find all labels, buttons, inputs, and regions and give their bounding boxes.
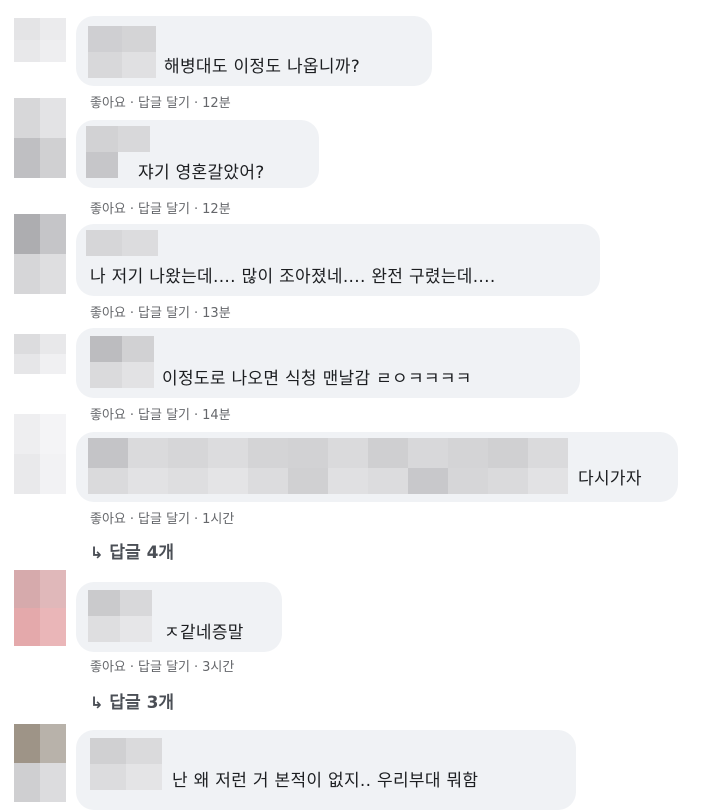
reply-link[interactable]: 답글 달기 <box>138 96 190 111</box>
view-replies-link[interactable]: ↳ 답글 3개 <box>90 688 174 713</box>
reply-link[interactable]: 답글 달기 <box>138 306 190 321</box>
avatar[interactable] <box>14 724 66 802</box>
comment-actions: 좋아요 · 답글 달기 · 3시간 <box>90 660 235 675</box>
comment-bubble: ㅈ같네증말 <box>76 582 282 652</box>
reply-link[interactable]: 답글 달기 <box>138 512 190 527</box>
timestamp[interactable]: 13분 <box>202 306 231 321</box>
like-link[interactable]: 좋아요 <box>90 306 126 321</box>
like-link[interactable]: 좋아요 <box>90 96 126 111</box>
author-name[interactable] <box>88 438 568 494</box>
comment-bubble: 난 왜 저런 거 본적이 없지.. 우리부대 뭐함 <box>76 730 576 810</box>
timestamp[interactable]: 14분 <box>202 408 231 423</box>
comment-bubble: 쟈기 영혼갈았어? <box>76 120 319 188</box>
reply-link[interactable]: 답글 달기 <box>138 202 190 217</box>
reply-link[interactable]: 답글 달기 <box>138 408 190 423</box>
comment-text: 나 저기 나왔는데.... 많이 조아졌네.... 완전 구렸는데.... <box>90 267 496 287</box>
like-link[interactable]: 좋아요 <box>90 202 126 217</box>
comment-bubble: 나 저기 나왔는데.... 많이 조아졌네.... 완전 구렸는데.... <box>76 224 600 296</box>
replies-count: 답글 3개 <box>109 693 175 713</box>
comment-text: 다시가자 <box>578 469 642 489</box>
comment-text: 쟈기 영혼갈았어? <box>138 163 265 183</box>
timestamp[interactable]: 12분 <box>202 96 231 111</box>
comment-actions: 좋아요 · 답글 달기 · 14분 <box>90 408 231 423</box>
comment-bubble: 다시가자 <box>76 432 678 502</box>
view-replies-link[interactable]: ↳ 답글 4개 <box>90 538 174 563</box>
author-name[interactable] <box>88 590 152 642</box>
like-link[interactable]: 좋아요 <box>90 660 126 675</box>
avatar[interactable] <box>14 570 66 646</box>
replies-count: 답글 4개 <box>109 543 175 563</box>
author-name[interactable] <box>88 26 156 78</box>
like-link[interactable]: 좋아요 <box>90 408 126 423</box>
avatar[interactable] <box>14 334 66 374</box>
comment-text: 해병대도 이정도 나옵니까? <box>164 57 361 77</box>
avatar[interactable] <box>14 98 66 178</box>
timestamp[interactable]: 12분 <box>202 202 231 217</box>
timestamp[interactable]: 1시간 <box>202 512 234 527</box>
comment-text: 이정도로 나오면 식청 맨날감 ㄹㅇㅋㅋㅋㅋ <box>162 369 472 389</box>
timestamp[interactable]: 3시간 <box>202 660 234 675</box>
avatar[interactable] <box>14 414 66 494</box>
comment-actions: 좋아요 · 답글 달기 · 13분 <box>90 306 231 321</box>
avatar[interactable] <box>14 18 66 62</box>
comment-text: ㅈ같네증말 <box>164 623 244 643</box>
reply-arrow-icon: ↳ <box>90 693 104 712</box>
comment-text: 난 왜 저런 거 본적이 없지.. 우리부대 뭐함 <box>172 771 479 791</box>
author-name[interactable] <box>90 738 162 790</box>
reply-arrow-icon: ↳ <box>90 543 104 562</box>
author-name[interactable] <box>90 336 154 388</box>
comment-actions: 좋아요 · 답글 달기 · 12분 <box>90 202 231 217</box>
avatar[interactable] <box>14 214 66 294</box>
comment-bubble: 해병대도 이정도 나옵니까? <box>76 16 432 86</box>
author-name[interactable] <box>86 230 158 256</box>
comment-bubble: 이정도로 나오면 식청 맨날감 ㄹㅇㅋㅋㅋㅋ <box>76 328 580 398</box>
reply-link[interactable]: 답글 달기 <box>138 660 190 675</box>
comment-actions: 좋아요 · 답글 달기 · 1시간 <box>90 512 235 527</box>
comment-actions: 좋아요 · 답글 달기 · 12분 <box>90 96 231 111</box>
like-link[interactable]: 좋아요 <box>90 512 126 527</box>
